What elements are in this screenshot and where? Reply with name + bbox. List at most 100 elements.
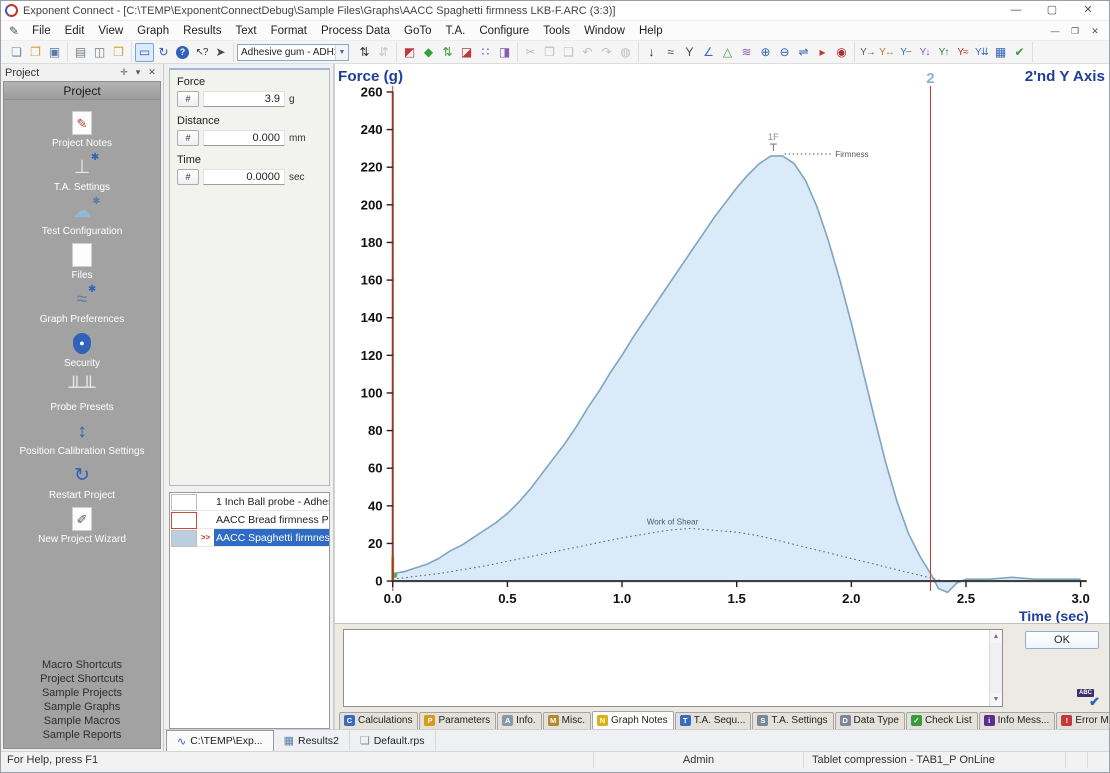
menu-edit[interactable]: Edit (58, 23, 92, 39)
sidebar-item-probe-presets[interactable]: ╨╨Probe Presets (12, 374, 152, 413)
zoom-in-button[interactable]: ⊕ (756, 43, 775, 62)
archive-file-name[interactable]: AACC Bread firmness P-36R (214, 511, 329, 529)
branch-curve-button[interactable]: Υ (680, 43, 699, 62)
archive-list-row[interactable]: 1 Inch Ball probe - Adhesive (170, 493, 329, 511)
y-raise-button[interactable]: Y↑ (934, 43, 953, 62)
force-time-chart[interactable]: 20204060801001201401601802002202402600.0… (335, 64, 1109, 623)
sidebar-item-test-configuration[interactable]: ☁✱Test Configuration (12, 198, 152, 237)
tab-error-mess[interactable]: !Error Mess... (1056, 712, 1109, 729)
y-subtract-button[interactable]: Y− (896, 43, 915, 62)
drop-probe-button[interactable]: ↓ (642, 43, 661, 62)
doc-tab-default-rps[interactable]: ❏Default.rps (350, 730, 436, 751)
archive-list-row[interactable]: >>AACC Spaghetti firmness LKB (170, 529, 329, 547)
graph-notes-textarea[interactable]: ▲ ▼ (343, 629, 1003, 707)
y-all-button[interactable]: Y⇊ (972, 43, 991, 62)
archive-file-name[interactable]: 1 Inch Ball probe - Adhesive (214, 493, 329, 511)
sort-results-button[interactable]: ⇅ (355, 43, 374, 62)
menu-process-data[interactable]: Process Data (314, 23, 397, 39)
zoom-out-button[interactable]: ⊖ (775, 43, 794, 62)
menu-graph[interactable]: Graph (130, 23, 176, 39)
menu-file[interactable]: File (25, 23, 58, 39)
tab-info[interactable]: AInfo. (497, 712, 541, 729)
sidebar-item-graph-preferences[interactable]: ≈✱Graph Preferences (12, 286, 152, 325)
maximize-button[interactable]: ▢ (1035, 2, 1069, 19)
new-file-button[interactable]: ❏ (7, 43, 26, 62)
menu-configure[interactable]: Configure (472, 23, 536, 39)
panel-minimize-icon[interactable]: ▾ (131, 67, 145, 78)
grid-toggle-button[interactable]: ▦ (991, 43, 1010, 62)
tab-misc[interactable]: MMisc. (543, 712, 591, 729)
mdi-minimize-button[interactable]: — (1047, 24, 1063, 38)
overlay-curves-button[interactable]: ≋ (737, 43, 756, 62)
tab-t-a-settings[interactable]: ST.A. Settings (752, 712, 833, 729)
window-view-button[interactable]: ▭ (135, 43, 154, 62)
print-button[interactable]: ▤ (71, 43, 90, 62)
panel-close-icon[interactable]: ✕ (145, 67, 159, 78)
cursor-select-button[interactable]: △ (718, 43, 737, 62)
ta-calibrate-button[interactable]: ◨ (495, 43, 514, 62)
save-button[interactable]: ▣ (45, 43, 64, 62)
tab-data-type[interactable]: DData Type (835, 712, 905, 729)
archive-file-name[interactable]: AACC Spaghetti firmness LKB (214, 529, 329, 547)
ta-move-probe-button[interactable]: ⇅ (438, 43, 457, 62)
notes-scrollbar[interactable]: ▲ ▼ (989, 630, 1002, 706)
time-value-field[interactable]: 0.0000 (203, 169, 285, 185)
record-marker-button[interactable]: ◉ (832, 43, 851, 62)
row-select-cell[interactable] (171, 530, 197, 547)
doc-tab-results2[interactable]: ▦Results2 (274, 730, 350, 751)
distance-units-button[interactable]: # (177, 130, 199, 146)
sidebar-item-security[interactable]: ●Security (12, 330, 152, 369)
distance-value-field[interactable]: 0.000 (203, 130, 285, 146)
sidebar-shortcut-sample-macros[interactable]: Sample Macros (4, 714, 160, 728)
menu-t-a[interactable]: T.A. (439, 23, 473, 39)
menu-view[interactable]: View (91, 23, 130, 39)
ok-button[interactable]: OK (1025, 631, 1099, 649)
scroll-up-icon[interactable]: ▲ (990, 630, 1002, 643)
sidebar-item-files[interactable]: Files (12, 242, 152, 281)
annotate-flag-button[interactable]: ▸ (813, 43, 832, 62)
row-select-cell[interactable] (171, 512, 197, 529)
menu-goto[interactable]: GoTo (397, 23, 439, 39)
ta-macro-button[interactable]: ∷ (476, 43, 495, 62)
menu-text[interactable]: Text (228, 23, 263, 39)
sidebar-item-project-notes[interactable]: ✎Project Notes (12, 110, 152, 149)
pin-icon[interactable]: ✛ (117, 67, 131, 78)
time-units-button[interactable]: # (177, 169, 199, 185)
context-help-button[interactable]: ↖? (192, 43, 211, 62)
mdi-close-button[interactable]: ✕ (1087, 24, 1103, 38)
close-button[interactable]: ✕ (1071, 2, 1105, 19)
y-shift-right-button[interactable]: Y→ (858, 43, 877, 62)
sidebar-shortcut-sample-projects[interactable]: Sample Projects (4, 686, 160, 700)
y-smooth-button[interactable]: Y≈ (953, 43, 972, 62)
chevron-down-icon[interactable]: ▼ (335, 45, 348, 60)
probe-select-dropdown[interactable]: Adhesive gum - ADH2_400▼ (237, 44, 349, 61)
open-folder-button[interactable]: ❐ (26, 43, 45, 62)
tab-check-list[interactable]: ✓Check List (906, 712, 978, 729)
menu-tools[interactable]: Tools (536, 23, 577, 39)
sidebar-item-restart-project[interactable]: ↻Restart Project (12, 462, 152, 501)
ta-stop-button[interactable]: ◪ (457, 43, 476, 62)
pick-points-button[interactable]: ✔ (1010, 43, 1029, 62)
tab-t-a-sequ[interactable]: TT.A. Sequ... (675, 712, 752, 729)
sidebar-shortcut-sample-reports[interactable]: Sample Reports (4, 728, 160, 742)
force-units-button[interactable]: # (177, 91, 199, 107)
spell-check-icon[interactable]: ABC ✔ (1077, 689, 1099, 707)
sidebar-shortcut-macro-shortcuts[interactable]: Macro Shortcuts (4, 658, 160, 672)
sidebar-item-t-a-settings[interactable]: ⊥✱T.A. Settings (12, 154, 152, 193)
y-drop-button[interactable]: Y↓ (915, 43, 934, 62)
axes-setup-button[interactable]: ∠ (699, 43, 718, 62)
tab-calculations[interactable]: CCalculations (339, 712, 418, 729)
ta-run-test-button[interactable]: ◆ (419, 43, 438, 62)
mdi-restore-button[interactable]: ❐ (1067, 24, 1083, 38)
help-button[interactable]: ? (173, 43, 192, 62)
tab-info-mess[interactable]: iInfo Mess... (979, 712, 1056, 729)
reload-button[interactable]: ↻ (154, 43, 173, 62)
sidebar-item-position-calibration-settings[interactable]: ↕Position Calibration Settings (12, 418, 152, 457)
sidebar-shortcut-sample-graphs[interactable]: Sample Graphs (4, 700, 160, 714)
refresh-graph-button[interactable]: ⇌ (794, 43, 813, 62)
scroll-down-icon[interactable]: ▼ (990, 693, 1002, 706)
tutorial-button[interactable]: ➤ (211, 43, 230, 62)
sidebar-item-new-project-wizard[interactable]: ✐New Project Wizard (12, 506, 152, 545)
sidebar-shortcut-project-shortcuts[interactable]: Project Shortcuts (4, 672, 160, 686)
print-preview-button[interactable]: ◫ (90, 43, 109, 62)
